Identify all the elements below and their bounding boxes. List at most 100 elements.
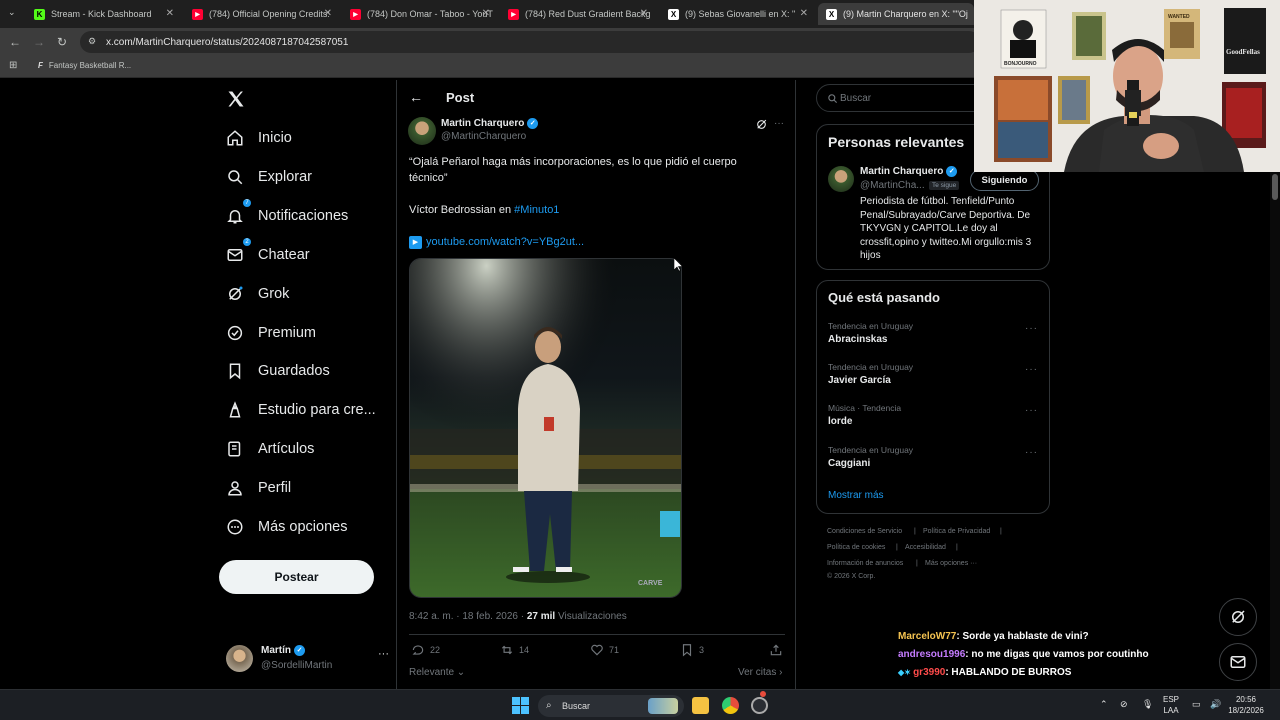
more-dots-icon[interactable]: ··· — [1025, 447, 1038, 458]
streaming-app-icon[interactable] — [751, 697, 768, 714]
close-icon[interactable]: ✕ — [640, 8, 648, 19]
close-icon[interactable]: ✕ — [324, 8, 332, 19]
scrollbar-thumb[interactable] — [1272, 174, 1278, 200]
post-button[interactable]: Postear — [219, 560, 374, 594]
repost-button[interactable]: 14 — [500, 643, 529, 657]
bookmark-fantasy-basketball[interactable]: F Fantasy Basketball R... — [38, 61, 131, 70]
share-button[interactable] — [769, 643, 788, 657]
stadium-photo-scene: CARVE — [410, 259, 681, 597]
search-icon: ⌕ — [546, 700, 552, 711]
microphone-icon[interactable]: 🎙 — [1142, 699, 1153, 710]
grok-floating-button[interactable] — [1219, 598, 1257, 636]
author-avatar[interactable] — [408, 117, 436, 145]
chevron-up-icon[interactable]: ⌃ — [1100, 699, 1108, 710]
post-photo[interactable]: CARVE — [409, 258, 682, 598]
url-input[interactable]: ⚙ x.com/MartinCharquero/status/202408718… — [80, 31, 980, 53]
messages-floating-button[interactable] — [1219, 643, 1257, 681]
nav-item-explorar[interactable]: Explorar — [226, 162, 312, 192]
relevant-handle[interactable]: @MartinCha... — [860, 180, 925, 191]
bookmark-button[interactable]: 3 — [680, 643, 704, 657]
trend-item[interactable]: Tendencia en Uruguay Caggiani ··· — [828, 445, 1038, 475]
footer-more-link[interactable]: Más opciones ··· — [925, 560, 977, 567]
more-dots-icon[interactable]: ··· — [1025, 323, 1038, 334]
reply-button[interactable]: 22 — [411, 643, 440, 657]
trend-item[interactable]: Música · Tendencia lorde ··· — [828, 403, 1038, 433]
post-link-row[interactable]: ▶ youtube.com/watch?v=YBg2ut... — [409, 234, 789, 250]
chrome-icon[interactable] — [722, 697, 739, 714]
forward-arrow-icon[interactable]: → — [33, 35, 45, 49]
clock[interactable]: 20:56 18/2/2026 — [1226, 694, 1266, 716]
trend-item[interactable]: Tendencia en Uruguay Abracinskas ··· — [828, 321, 1038, 351]
volume-icon[interactable]: 🔊 — [1210, 699, 1221, 710]
tab-youtube-red-dust[interactable]: ▶ (784) Red Dust Gradient Backg ✕ — [500, 3, 656, 25]
bell-icon — [227, 210, 243, 224]
close-icon[interactable]: ✕ — [166, 8, 174, 19]
sort-dropdown[interactable]: Relevante ⌄ — [409, 667, 465, 678]
footer-ads-link[interactable]: Información de anuncios — [827, 560, 903, 567]
grok-icon[interactable] — [755, 118, 768, 131]
footer-cookies-link[interactable]: Política de cookies — [827, 544, 885, 551]
reload-icon[interactable]: ↻ — [57, 35, 67, 49]
page-scrollbar[interactable] — [1270, 172, 1280, 690]
close-icon[interactable]: ✕ — [482, 8, 490, 19]
display-icon[interactable]: ▭ — [1192, 699, 1201, 710]
language-indicator[interactable]: ESP LAA — [1163, 694, 1179, 716]
nav-item-articulos[interactable]: Artículos — [226, 434, 314, 464]
nav-item-inicio[interactable]: Inicio — [226, 123, 292, 153]
windows-start-icon[interactable] — [512, 697, 529, 714]
following-button[interactable]: Siguiendo — [970, 169, 1039, 191]
poster-wanted-text: WANTED — [1168, 14, 1190, 20]
tab-youtube-taboo[interactable]: ▶ (784) Don Omar - Taboo - YouT ✕ — [342, 3, 498, 25]
chat-text: : no me digas que vamos por coutinho — [965, 649, 1149, 660]
nav-item-guardados[interactable]: Guardados — [226, 356, 330, 386]
nav-item-estudio[interactable]: Estudio para cre... — [226, 395, 376, 425]
avatar[interactable] — [828, 166, 854, 192]
trend-name: lorde — [828, 416, 853, 427]
close-icon[interactable]: ✕ — [800, 8, 808, 19]
network-off-icon[interactable]: ⊘ — [1120, 699, 1128, 710]
x-icon: X — [668, 8, 679, 20]
footer-privacy-link[interactable]: Política de Privacidad — [923, 528, 990, 535]
tab-x-sebas[interactable]: X (9) Sebas Giovanelli en X: " ✕ — [660, 3, 816, 25]
tab-x-charquero[interactable]: X (9) Martin Charquero en X: ""Oj — [818, 3, 974, 25]
more-dots-icon[interactable]: ··· — [774, 118, 784, 129]
nav-item-perfil[interactable]: Perfil — [226, 473, 291, 503]
site-info-icon[interactable]: ⚙ — [88, 36, 96, 47]
nav-item-notificaciones[interactable]: 7 Notificaciones — [226, 199, 349, 231]
nav-item-mas-opciones[interactable]: Más opciones — [226, 512, 347, 542]
nav-item-premium[interactable]: Premium — [226, 318, 316, 348]
like-button[interactable]: 71 — [590, 643, 619, 657]
nav-label: Notificaciones — [258, 208, 349, 224]
tab-kick-dashboard[interactable]: K Stream - Kick Dashboard ✕ — [26, 3, 182, 25]
x-logo-icon[interactable] — [226, 89, 246, 109]
trend-item[interactable]: Tendencia en Uruguay Javier García ··· — [828, 362, 1038, 392]
footer-accessibility-link[interactable]: Accesibilidad — [905, 544, 946, 551]
tab-youtube-opening[interactable]: ▶ (784) Official Opening Credits: ✕ — [184, 3, 340, 25]
more-dots-icon[interactable]: ··· — [1025, 405, 1038, 416]
file-explorer-icon[interactable] — [692, 697, 709, 714]
hashtag-link[interactable]: #Minuto1 — [514, 204, 559, 216]
back-arrow-icon[interactable]: ← — [409, 89, 423, 105]
more-dots-icon[interactable]: ··· — [378, 648, 389, 660]
sort-label: Relevante — [409, 667, 455, 678]
author-handle[interactable]: @MartinCharquero — [441, 131, 526, 142]
main-post-column: ← Post Martin Charquero ✓ @MartinCharquer… — [396, 80, 796, 690]
streamer-webcam: BONJOURNO WANTED GoodFellas — [974, 0, 1280, 172]
account-switcher[interactable]: Martín ✓ @SordelliMartin ··· — [226, 642, 389, 676]
post-text-line: “Ojalá Peñarol haga más incorporaciones,… — [409, 156, 737, 168]
author-name-row[interactable]: Martin Charquero ✓ — [441, 118, 539, 129]
nav-item-grok[interactable]: Grok — [226, 279, 289, 309]
post-timestamp-row: 8:42 a. m. · 18 feb. 2026 · 27 mil Visua… — [409, 611, 627, 622]
show-more-link[interactable]: Mostrar más — [828, 490, 884, 501]
view-quotes-link[interactable]: Ver citas › — [738, 667, 782, 678]
relevant-name-row[interactable]: Martin Charquero ✓ — [860, 166, 958, 177]
youtube-link[interactable]: youtube.com/watch?v=YBg2ut... — [426, 236, 584, 248]
footer-separator: | — [916, 560, 918, 567]
back-arrow-icon[interactable]: ← — [9, 35, 21, 49]
footer-terms-link[interactable]: Condiciones de Servicio — [827, 528, 902, 535]
nav-item-chatear[interactable]: 2 Chatear — [226, 238, 310, 270]
apps-grid-icon[interactable]: ⊞ — [9, 60, 17, 71]
more-dots-icon[interactable]: ··· — [1025, 364, 1038, 375]
taskbar-search-input[interactable]: ⌕ Buscar — [538, 695, 684, 717]
tab-search-chevron-icon[interactable]: ⌄ — [8, 7, 16, 18]
